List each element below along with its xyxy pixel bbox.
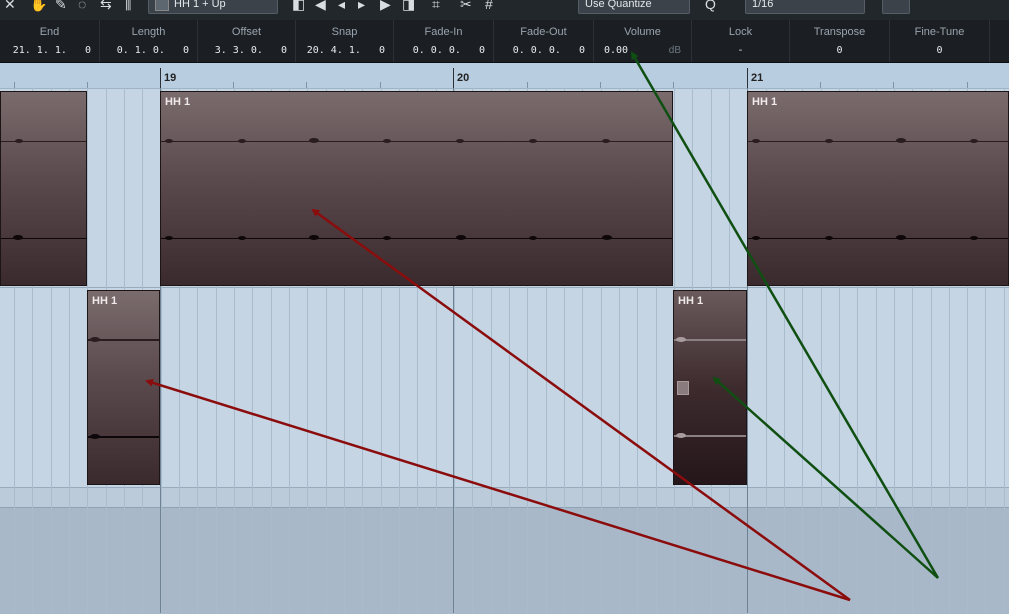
waveform-hit bbox=[752, 236, 760, 240]
waveform-hit bbox=[676, 337, 686, 342]
info-end[interactable]: End 21. 1. 1. 0 bbox=[0, 20, 100, 62]
waveform-hit bbox=[309, 138, 319, 143]
audio-event[interactable]: HH 1 bbox=[747, 91, 1009, 286]
waveform-line bbox=[748, 238, 1008, 239]
waveform-hit bbox=[752, 139, 760, 143]
waveform-hit bbox=[896, 138, 906, 143]
info-volume[interactable]: Volume 0.00 dB bbox=[594, 20, 692, 62]
info-fade-out[interactable]: Fade-Out 0. 0. 0. 0 bbox=[494, 20, 594, 62]
audio-event[interactable]: HH 1 bbox=[87, 290, 160, 485]
mute-tool-icon[interactable]: ◌ bbox=[78, 0, 86, 14]
cross-tool-icon[interactable]: ✕ bbox=[4, 0, 16, 14]
waveform-hit bbox=[825, 139, 833, 143]
waveform-hit bbox=[15, 139, 23, 143]
waveform-line bbox=[1, 141, 86, 142]
waveform-hit bbox=[13, 235, 23, 240]
ruler-bar-20: 20 bbox=[457, 72, 470, 84]
bars-tool-icon[interactable]: ⫼ bbox=[125, 0, 131, 14]
waveform-hit bbox=[456, 139, 464, 143]
info-fade-in[interactable]: Fade-In 0. 0. 0. 0 bbox=[394, 20, 494, 62]
ruler-bar-line bbox=[453, 68, 454, 88]
info-more bbox=[990, 20, 1009, 62]
info-length[interactable]: Length 0. 1. 0. 0 bbox=[100, 20, 198, 62]
waveform-line bbox=[748, 141, 1008, 142]
waveform-hit bbox=[602, 139, 610, 143]
track-color-swatch bbox=[155, 0, 169, 12]
arrow-right-icon[interactable]: ▸ bbox=[358, 0, 365, 14]
ruler-bar-line bbox=[747, 68, 748, 88]
toolbar: ✕ ✋ ✎ ◌ ⇆ ⫼ HH 1 + Up ◧ ◀ ◂ ▸ ▶ ◨ ⌗ ✂ # … bbox=[0, 0, 1009, 21]
waveform-hit bbox=[165, 236, 173, 240]
timeline-ruler[interactable]: 19 20 21 bbox=[0, 63, 1009, 89]
info-snap[interactable]: Snap 20. 4. 1. 0 bbox=[296, 20, 394, 62]
waveform-hit bbox=[90, 337, 100, 342]
ruler-bar-19: 19 bbox=[164, 72, 177, 84]
ruler-bar-21: 21 bbox=[751, 72, 764, 84]
audio-event-selected[interactable]: HH 1 bbox=[673, 290, 747, 485]
ruler-bar-line bbox=[160, 68, 161, 88]
audio-event[interactable] bbox=[0, 91, 87, 286]
waveform-hit bbox=[676, 433, 686, 438]
previous-icon[interactable]: ◀ bbox=[315, 0, 326, 14]
info-lock[interactable]: Lock - bbox=[692, 20, 790, 62]
waveform-hit bbox=[970, 236, 978, 240]
waveform-hit bbox=[602, 235, 612, 240]
waveform-hit bbox=[896, 235, 906, 240]
audio-event[interactable]: HH 1 bbox=[160, 91, 673, 286]
info-transpose[interactable]: Transpose 0 bbox=[790, 20, 890, 62]
waveform-hit bbox=[309, 235, 319, 240]
waveform-hit bbox=[90, 434, 100, 439]
waveform-hit bbox=[165, 139, 173, 143]
go-to-end-icon[interactable]: ◨ bbox=[402, 0, 415, 14]
waveform-hit bbox=[529, 139, 537, 143]
quantize-preset-select[interactable]: Use Quantize bbox=[578, 0, 690, 14]
waveform-hit bbox=[238, 139, 246, 143]
snap-icon[interactable]: ⌗ bbox=[432, 0, 440, 14]
scissors-icon[interactable]: ✂ bbox=[460, 0, 472, 14]
waveform-hit bbox=[529, 236, 537, 240]
track-name-field[interactable]: HH 1 + Up bbox=[148, 0, 278, 14]
arrow-left-icon[interactable]: ◂ bbox=[338, 0, 345, 14]
waveform-hit bbox=[970, 139, 978, 143]
waveform-hit bbox=[238, 236, 246, 240]
waveform-hit bbox=[825, 236, 833, 240]
waveform-hit bbox=[383, 139, 391, 143]
info-line: End 21. 1. 1. 0 Length 0. 1. 0. 0 Offset… bbox=[0, 20, 1009, 63]
stretch-tool-icon[interactable]: ⇆ bbox=[100, 0, 112, 14]
go-to-start-icon[interactable]: ◧ bbox=[292, 0, 305, 14]
next-icon[interactable]: ▶ bbox=[380, 0, 391, 14]
info-offset[interactable]: Offset 3. 3. 0. 0 bbox=[198, 20, 296, 62]
waveform-hit bbox=[456, 235, 466, 240]
hand-tool-icon[interactable]: ✋ bbox=[30, 0, 47, 14]
grid-icon[interactable]: # bbox=[485, 0, 493, 14]
info-fine-tune[interactable]: Fine-Tune 0 bbox=[890, 20, 990, 62]
pencil-tool-icon[interactable]: ✎ bbox=[55, 0, 67, 14]
quantize-icon[interactable]: Q bbox=[705, 0, 716, 14]
quantize-value-select[interactable]: 1/16 bbox=[745, 0, 865, 14]
waveform-hit bbox=[383, 236, 391, 240]
volume-handle[interactable] bbox=[677, 381, 689, 395]
color-select[interactable] bbox=[882, 0, 910, 14]
